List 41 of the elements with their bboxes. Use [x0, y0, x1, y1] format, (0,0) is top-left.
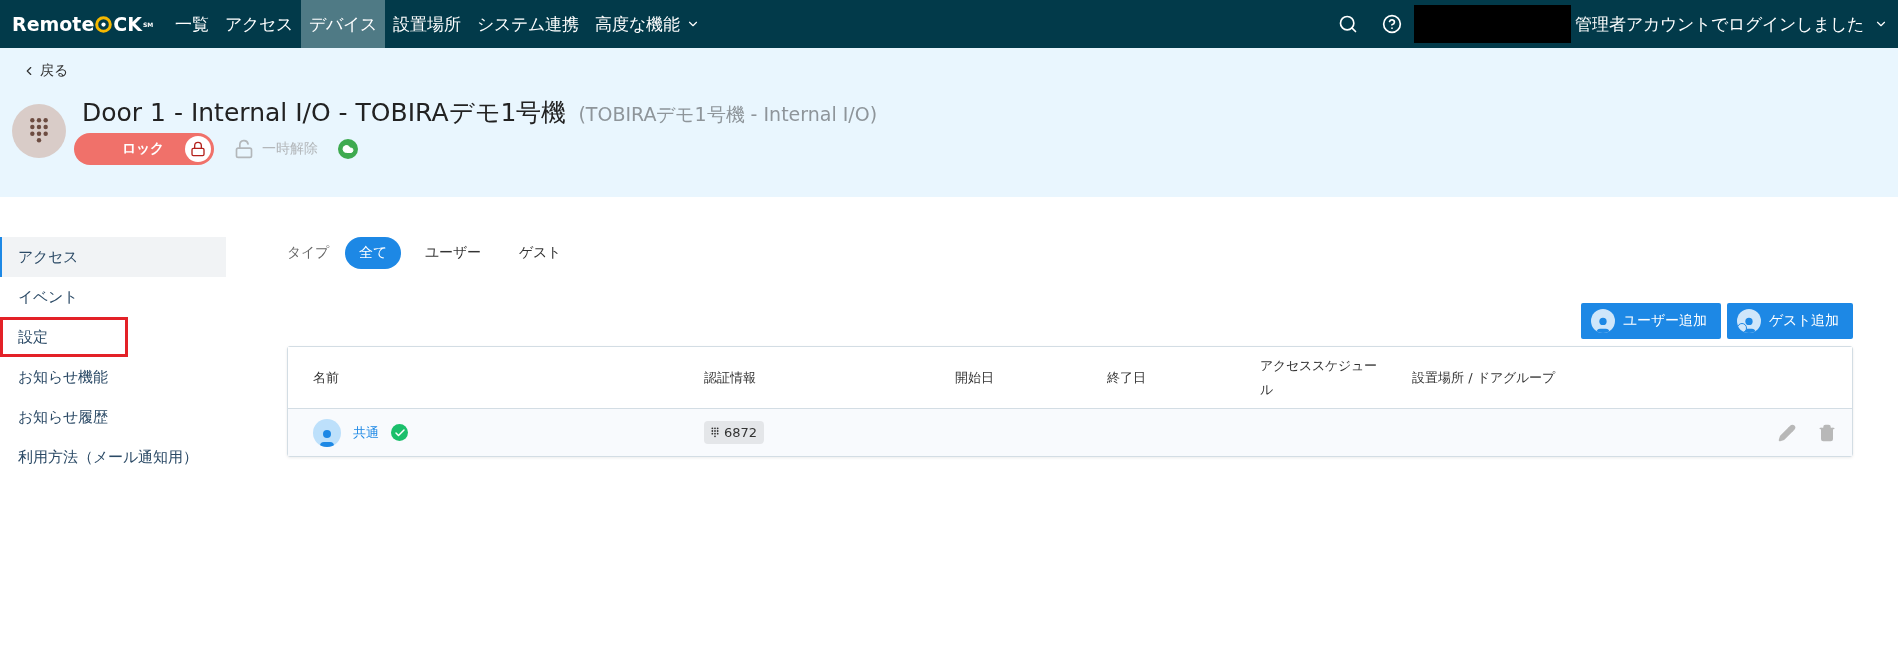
credential-tag: 6872 — [704, 421, 765, 444]
column-header: 認証情報 — [704, 368, 757, 387]
sidebar-item[interactable]: お知らせ履歴 — [0, 397, 226, 437]
keypad-icon — [711, 427, 719, 438]
column-header: アクセススケジュール — [1260, 357, 1378, 399]
nav-item[interactable]: システム連携 — [469, 0, 588, 48]
keypad-icon — [29, 117, 49, 144]
sidebar-item[interactable]: お知らせ機能 — [0, 357, 226, 397]
open-lock-icon — [234, 139, 254, 159]
lock-icon — [190, 141, 206, 157]
add-user-button[interactable]: ユーザー追加 — [1581, 303, 1721, 339]
lock-dial-icon — [95, 15, 113, 33]
search-icon — [1338, 14, 1358, 34]
filter-tab[interactable]: ゲスト — [505, 237, 575, 269]
column-header: 設置場所 / ドアグループ — [1412, 368, 1557, 387]
column-header: 名前 — [313, 368, 340, 387]
help-icon — [1382, 14, 1402, 34]
column-header: 開始日 — [955, 368, 995, 387]
sidebar-item[interactable]: 設定 — [0, 317, 128, 357]
nav-item[interactable]: アクセス — [217, 0, 302, 48]
add-guest-button[interactable]: ゲスト追加 — [1727, 303, 1853, 339]
back-link[interactable]: 戻る — [22, 62, 68, 80]
nav-item[interactable]: 一覧 — [167, 0, 218, 48]
filter-label: タイプ — [287, 244, 329, 262]
filter-tab[interactable]: ユーザー — [411, 237, 495, 269]
column-header: 終了日 — [1107, 368, 1147, 387]
sidebar-item[interactable]: アクセス — [0, 237, 226, 277]
user-name-link[interactable]: 共通 — [353, 423, 379, 442]
filter-tab[interactable]: 全て — [345, 237, 401, 269]
device-title: Door 1 - Internal I/O - TOBIRAデモ1号機 — [82, 97, 567, 129]
guest-clock-icon — [1737, 309, 1761, 333]
sidebar-item[interactable]: 利用方法（メール通知用） — [0, 437, 226, 477]
nav-item[interactable]: 設置場所 — [385, 0, 470, 48]
device-subtitle: (TOBIRAデモ1号機 - Internal I/O) — [578, 102, 878, 127]
nav-item[interactable]: 高度な機能 — [587, 0, 709, 48]
account-menu[interactable]: 管理者アカウントでログインしました — [1571, 0, 1898, 48]
user-icon — [1591, 309, 1615, 333]
user-avatar-icon — [313, 418, 341, 447]
remotelock-logo[interactable]: Remote CK$^{SM}$ — [0, 0, 168, 48]
nav-item[interactable]: デバイス — [301, 0, 386, 48]
sidebar-item[interactable]: イベント — [0, 277, 226, 317]
